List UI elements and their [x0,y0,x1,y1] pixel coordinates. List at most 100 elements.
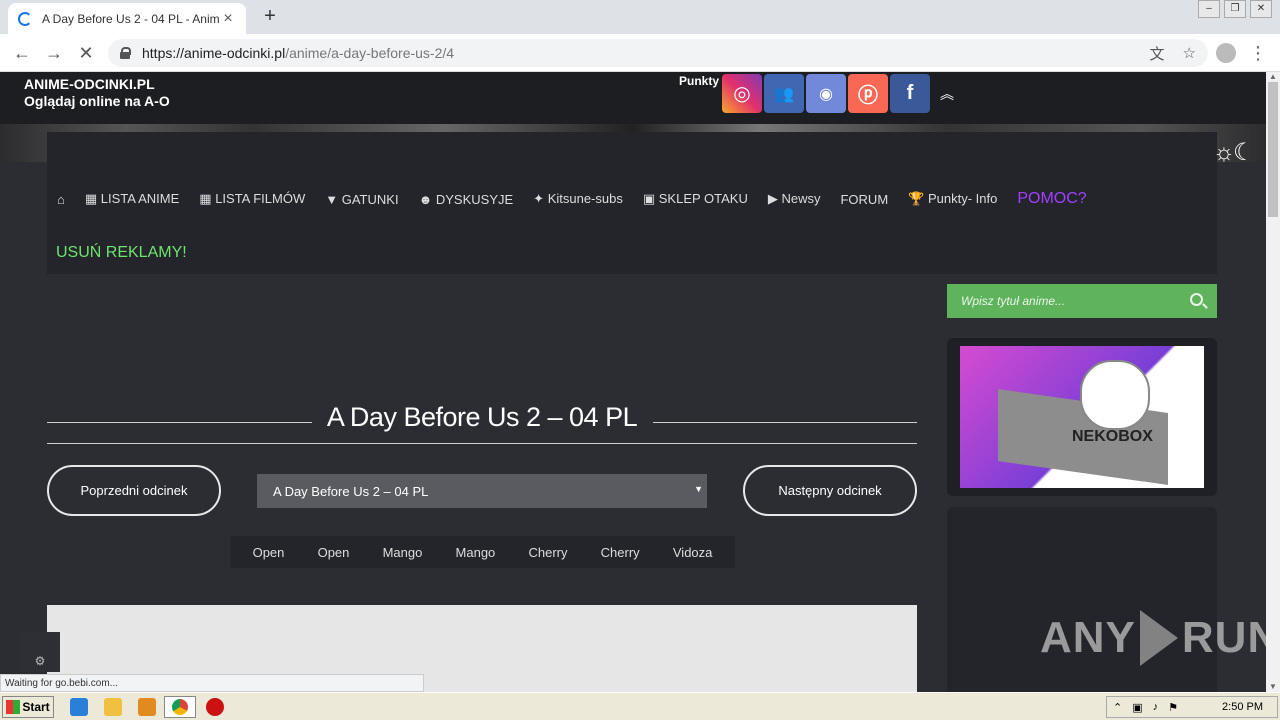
main-nav: ⌂ ▦ LISTA ANIME ▦ LISTA FILMÓW ▼ GATUNKI… [47,132,1217,274]
nav-label: Newsy [781,191,821,206]
back-button[interactable]: ← [10,41,34,65]
system-tray: ⌃ ▣ ♪ ⚑ 2:50 PM [1106,696,1278,718]
new-tab-button[interactable]: + [258,5,282,28]
player-tab[interactable]: Open [318,545,350,560]
nav-label: FORUM [840,191,889,207]
player-tab[interactable]: Mango [456,545,496,560]
theme-toggle-icon[interactable]: ☼☾ [1213,138,1254,167]
episode-select-value: A Day Before Us 2 – 04 PL [273,483,429,499]
site-title[interactable]: ANIME-ODCINKI.PL Oglądaj online na A-O [24,76,170,110]
patreon-icon[interactable]: ⓟ [848,74,888,113]
profile-avatar[interactable] [1216,43,1236,63]
scroll-thumb[interactable] [1268,82,1278,217]
menu-dots-icon[interactable]: ⋮ [1246,41,1270,65]
nav-label: LISTA FILMÓW [215,191,306,206]
ad-box: NEKOBOX [947,338,1217,496]
nav-item-forum[interactable]: FORUM [840,192,888,207]
close-tab-icon[interactable]: × [220,10,236,28]
episode-title: A Day Before Us 2 – 04 PL [326,402,638,432]
nav-item-dyskusyje[interactable]: ☻ DYSKUSYJE [419,192,514,207]
discord-icon[interactable]: ◉ [806,74,846,113]
address-bar[interactable]: https://anime-odcinki.pl /anime/a-day-be… [108,39,1208,67]
forward-button[interactable]: → [42,41,66,65]
next-episode-button[interactable]: Następny odcinek [743,465,917,516]
chevron-up-icon[interactable]: ︽ [940,84,954,104]
url-path: /anime/a-day-before-us-2/4 [285,45,455,61]
instagram-icon[interactable]: ◎ [722,74,762,113]
bookmark-star-icon[interactable]: ☆ [1183,44,1196,62]
episode-title-block: A Day Before Us 2 – 04 PL [47,400,917,444]
nav-item-kitsune-subs[interactable]: ✦ Kitsune-subs [533,191,623,207]
minimize-button[interactable]: – [1198,0,1220,18]
nav-item-punkty-info[interactable]: 🏆 Punkty- Info [908,191,997,207]
ie-icon[interactable] [70,698,88,716]
nav-item-lista-anime[interactable]: ▦ LISTA ANIME [85,191,179,207]
url-host: https://anime-odcinki.pl [142,45,286,61]
translate-icon[interactable]: 文 [1150,43,1165,64]
player-tab[interactable]: Open [253,545,285,560]
loading-spinner-icon [18,11,32,26]
search-input[interactable]: Wpisz tytuł anime... [961,294,1065,308]
taskbar: Start ⌃ ▣ ♪ ⚑ 2:50 PM [0,692,1280,720]
nav-item-newsy[interactable]: ▶ Newsy [768,191,821,207]
nav-item-sklep-otaku[interactable]: ▣ SKLEP OTAKU [643,191,748,207]
browser-tab[interactable]: A Day Before Us 2 - 04 PL - Anime-O × [8,3,246,34]
site-topbar: ANIME-ODCINKI.PL Oglądaj online na A-O P… [0,72,1266,124]
play-triangle-icon [1139,610,1178,666]
anime-search[interactable]: Wpisz tytuł anime... [947,284,1217,318]
nav-label: DYSKUSYJE [435,191,514,207]
nav-item-lista-filmow[interactable]: ▦ LISTA FILMÓW [199,191,305,207]
stop-icon[interactable] [206,698,224,716]
group-icon[interactable]: 👥 [764,74,804,113]
folder-icon[interactable] [104,698,122,716]
nekobox-label: NEKOBOX [1072,428,1153,445]
stop-loading-button[interactable]: ✕ [74,41,98,65]
player-tab[interactable]: Cherry [528,545,567,560]
punkty-label: Punkty [679,74,720,88]
nekobox-ad-image[interactable]: NEKOBOX [960,346,1204,488]
nav-label: Kitsune-subs [547,191,623,206]
remove-ads-link[interactable]: USUŃ REKLAMY! [56,244,187,262]
facebook-icon[interactable]: f [890,74,930,113]
nav-label: Punkty- Info [927,191,998,206]
chrome-icon [172,699,188,715]
search-icon[interactable] [1190,293,1203,306]
nav-label: LISTA ANIME [100,191,180,206]
watermark-left: ANY [1040,613,1136,662]
start-label: Start [22,700,50,714]
dropdown-arrow-icon: ▼ [694,484,703,494]
network-icon[interactable]: ▣ [1132,701,1142,714]
scroll-down-icon[interactable]: ▼ [1266,682,1280,692]
chrome-taskbar-button[interactable] [164,696,196,718]
browser-toolbar: ← → ✕ https://anime-odcinki.pl /anime/a-… [0,34,1280,72]
cat-shape [1080,360,1150,430]
page-scrollbar[interactable]: ▲ ▼ [1266,72,1280,692]
nav-items: ⌂ ▦ LISTA ANIME ▦ LISTA FILMÓW ▼ GATUNKI… [57,190,1087,208]
media-player-icon[interactable] [138,698,156,716]
player-tab[interactable]: Cherry [601,545,640,560]
volume-icon[interactable]: ♪ [1153,701,1159,713]
social-links: ◎ 👥 ◉ ⓟ f [722,74,930,113]
tray-expand-icon[interactable]: ⌃ [1113,701,1122,714]
close-window-button[interactable]: ✕ [1250,0,1272,18]
tab-strip: A Day Before Us 2 - 04 PL - Anime-O × + … [0,0,1280,34]
nav-item-gatunki[interactable]: ▼ GATUNKI [325,192,398,207]
flag-icon[interactable]: ⚑ [1168,701,1178,714]
gear-icon[interactable]: ⚙ [20,632,60,672]
prev-episode-button[interactable]: Poprzedni odcinek [47,465,221,516]
nav-item-pomoc[interactable]: POMOC? [1017,190,1086,208]
watermark-right: RUN [1181,613,1266,662]
windows-logo-icon [6,700,21,714]
home-icon[interactable]: ⌂ [57,192,65,207]
anyrun-watermark: ANY RUN [1040,610,1266,666]
start-button[interactable]: Start [2,696,54,718]
episode-select[interactable]: A Day Before Us 2 – 04 PL ▼ [257,474,707,508]
player-tab[interactable]: Vidoza [673,545,713,560]
status-bubble: Waiting for go.bebi.com... [0,674,424,692]
scroll-up-icon[interactable]: ▲ [1266,72,1280,82]
site-title-line2: Oglądaj online na A-O [24,93,170,109]
site-title-line1: ANIME-ODCINKI.PL [24,76,155,92]
player-tab[interactable]: Mango [383,545,423,560]
clock: 2:50 PM [1222,701,1263,713]
restore-button[interactable]: ❐ [1224,0,1246,18]
